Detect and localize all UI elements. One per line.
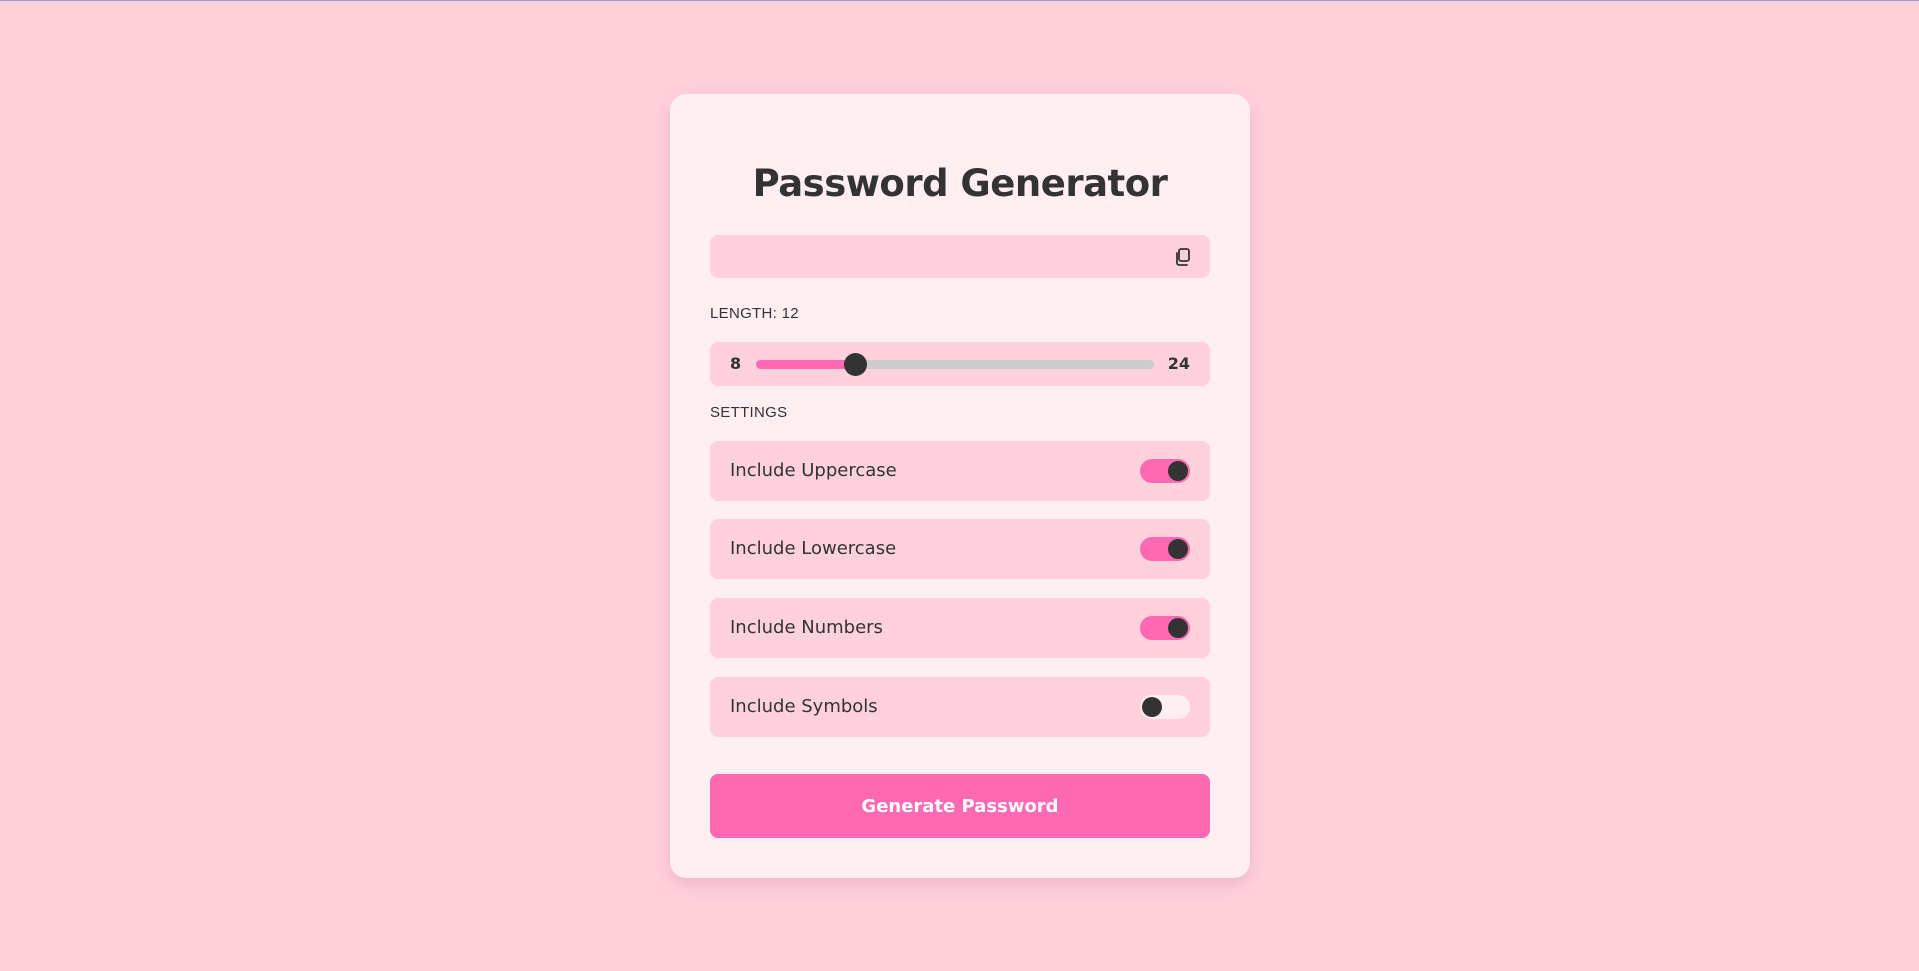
setting-label: Include Uppercase	[730, 460, 897, 481]
uppercase-toggle[interactable]	[1140, 459, 1190, 483]
slider-fill	[756, 360, 856, 369]
settings-label: SETTINGS	[710, 404, 788, 421]
slider-max-label: 24	[1167, 354, 1190, 373]
toggle-knob	[1168, 539, 1188, 559]
setting-numbers: Include Numbers	[710, 598, 1210, 658]
slider-min-label: 8	[730, 354, 742, 373]
setting-label: Include Lowercase	[730, 538, 897, 559]
length-slider[interactable]	[756, 353, 1154, 376]
symbols-toggle[interactable]	[1140, 695, 1190, 719]
toggle-knob	[1168, 461, 1188, 481]
length-label: LENGTH: 12	[710, 305, 799, 322]
window-top-border	[0, 0, 1919, 1]
setting-label: Include Numbers	[730, 617, 883, 638]
setting-uppercase: Include Uppercase	[710, 441, 1210, 501]
copy-icon[interactable]	[1172, 246, 1194, 268]
password-generator-card: Password Generator LENGTH: 12 8 24 SETTI…	[670, 94, 1250, 878]
setting-label: Include Symbols	[730, 696, 878, 717]
length-slider-container: 8 24	[710, 342, 1210, 386]
toggle-knob	[1142, 697, 1162, 717]
setting-symbols: Include Symbols	[710, 677, 1210, 737]
slider-thumb[interactable]	[843, 353, 867, 376]
toggle-knob	[1168, 618, 1188, 638]
page-title: Password Generator	[752, 162, 1168, 205]
setting-lowercase: Include Lowercase	[710, 519, 1210, 579]
generate-password-button[interactable]: Generate Password	[710, 774, 1210, 838]
numbers-toggle[interactable]	[1140, 616, 1190, 640]
password-output[interactable]	[710, 235, 1210, 278]
lowercase-toggle[interactable]	[1140, 537, 1190, 561]
